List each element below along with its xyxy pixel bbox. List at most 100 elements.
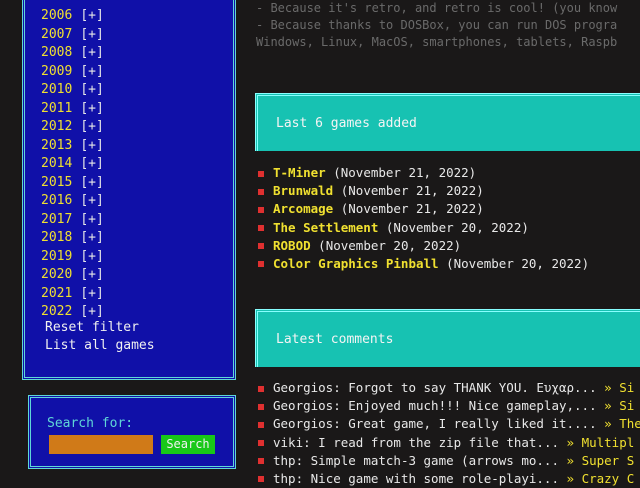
year-filter-item[interactable]: 2012 [+] bbox=[41, 118, 104, 137]
comment-text[interactable]: Simple match-3 game (arrows mo... bbox=[311, 453, 559, 468]
expand-icon[interactable]: [+] bbox=[80, 156, 103, 171]
game-link[interactable]: The Settlement bbox=[273, 220, 378, 235]
year-filter-item[interactable]: 2010 [+] bbox=[41, 81, 104, 100]
game-link[interactable]: T-Miner bbox=[273, 165, 326, 180]
expand-icon[interactable]: [+] bbox=[80, 45, 103, 60]
comment-text[interactable]: Forgot to say THANK YOU. Ευχαρ... bbox=[348, 380, 596, 395]
expand-icon[interactable]: [+] bbox=[80, 267, 103, 282]
comment-game-link[interactable]: » Si bbox=[604, 380, 634, 395]
reset-filter-link[interactable]: Reset filter bbox=[45, 319, 155, 337]
comment-text[interactable]: Nice game with some role-playi... bbox=[311, 471, 559, 486]
year-filter-item[interactable]: 2021 [+] bbox=[41, 285, 104, 304]
year-filter-item[interactable]: 2008 [+] bbox=[41, 44, 104, 63]
comments-section-title: Latest comments bbox=[276, 332, 394, 347]
year-filter-item[interactable]: 2020 [+] bbox=[41, 266, 104, 285]
year-filter-panel: 2006 [+] 2007 [+] 2008 [+] 2009 [+] 2010 [+] 2011 [… bbox=[22, 0, 236, 380]
expand-icon[interactable]: [+] bbox=[80, 249, 103, 264]
search-input[interactable] bbox=[49, 435, 153, 454]
year-filter-item[interactable]: 2017 [+] bbox=[41, 211, 104, 230]
year-filter-item[interactable]: 2019 [+] bbox=[41, 248, 104, 267]
year-label: 2018 bbox=[41, 230, 73, 245]
comment-game-link[interactable]: » Super S bbox=[567, 453, 635, 468]
expand-icon[interactable]: [+] bbox=[80, 193, 103, 208]
year-filter-item[interactable]: 2014 [+] bbox=[41, 155, 104, 174]
year-label: 2013 bbox=[41, 137, 73, 153]
comment-text[interactable]: Enjoyed much!!! Nice gameplay,... bbox=[348, 398, 596, 413]
year-filter-item[interactable]: 2013 [+] bbox=[41, 137, 104, 156]
comment-list-item: Georgios: Great game, I really liked it.… bbox=[258, 415, 640, 433]
year-filter-item[interactable]: 2007 [+] bbox=[41, 26, 104, 45]
search-button[interactable]: Search bbox=[161, 435, 215, 454]
comment-list-item: Georgios: Forgot to say THANK YOU. Ευχαρ… bbox=[258, 379, 640, 397]
comment-game-link[interactable]: » Crazy C bbox=[567, 471, 635, 486]
expand-icon[interactable]: [+] bbox=[80, 175, 103, 190]
year-label: 2020 bbox=[41, 267, 73, 282]
year-filter-item[interactable]: 2018 [+] bbox=[41, 229, 104, 248]
comment-game-link[interactable]: » Si bbox=[604, 398, 634, 413]
bullet-icon bbox=[258, 243, 264, 250]
game-date: (November 20, 2022) bbox=[446, 255, 590, 271]
expand-icon[interactable]: [+] bbox=[80, 8, 103, 23]
bullet-icon bbox=[258, 458, 264, 465]
comment-author: viki: bbox=[273, 434, 311, 450]
game-list-item: Color Graphics Pinball (November 20, 202… bbox=[258, 255, 589, 273]
comment-list-item: thp: Simple match-3 game (arrows mo... »… bbox=[258, 452, 640, 470]
game-list-item: ROBOD (November 20, 2022) bbox=[258, 237, 589, 255]
comment-text[interactable]: Great game, I really liked it.... bbox=[348, 416, 596, 431]
filter-links: Reset filter List all games bbox=[45, 319, 155, 355]
game-link[interactable]: ROBOD bbox=[273, 238, 311, 253]
expand-icon[interactable]: [+] bbox=[80, 101, 103, 116]
search-label: Search for: bbox=[47, 416, 134, 431]
game-date: (November 21, 2022) bbox=[340, 183, 484, 199]
year-filter-item[interactable]: 2009 [+] bbox=[41, 63, 104, 82]
game-link[interactable]: Arcomage bbox=[273, 201, 333, 216]
year-label: 2012 bbox=[41, 119, 73, 134]
year-label: 2011 bbox=[41, 100, 73, 116]
year-filter-item[interactable]: 2016 [+] bbox=[41, 192, 104, 211]
expand-icon[interactable]: [+] bbox=[80, 82, 103, 97]
bullet-icon bbox=[258, 385, 264, 392]
expand-icon[interactable]: [+] bbox=[80, 230, 103, 245]
bullet-icon bbox=[258, 261, 264, 268]
year-label: 2010 bbox=[41, 82, 73, 97]
comment-text[interactable]: I read from the zip file that... bbox=[318, 435, 559, 450]
year-filter-item[interactable]: 2006 [+] bbox=[41, 7, 104, 26]
game-link[interactable]: Brunwald bbox=[273, 183, 333, 198]
comment-game-link[interactable]: » The bbox=[604, 416, 640, 431]
bullet-icon bbox=[258, 403, 264, 410]
game-date: (November 21, 2022) bbox=[340, 201, 484, 217]
game-list-item: T-Miner (November 21, 2022) bbox=[258, 164, 589, 182]
search-panel: Search for: Search bbox=[28, 395, 236, 469]
expand-icon[interactable]: [+] bbox=[80, 304, 103, 319]
bullet-icon bbox=[258, 225, 264, 232]
comment-author: thp: bbox=[273, 452, 304, 468]
intro-line: - Because it's retro, and retro is cool!… bbox=[256, 1, 618, 15]
game-date: (November 20, 2022) bbox=[318, 237, 462, 253]
comment-list-item: viki: I read from the zip file that... »… bbox=[258, 434, 640, 452]
expand-icon[interactable]: [+] bbox=[80, 64, 103, 79]
comment-author: Georgios: bbox=[273, 398, 341, 414]
year-filter-item[interactable]: 2011 [+] bbox=[41, 100, 104, 119]
year-label: 2015 bbox=[41, 174, 73, 190]
game-link[interactable]: Color Graphics Pinball bbox=[273, 256, 439, 271]
year-label: 2022 bbox=[41, 304, 73, 319]
expand-icon[interactable]: [+] bbox=[80, 138, 103, 153]
expand-icon[interactable]: [+] bbox=[80, 27, 103, 42]
bullet-icon bbox=[258, 170, 264, 177]
bullet-icon bbox=[258, 188, 264, 195]
comment-author: Georgios: bbox=[273, 380, 341, 395]
comment-list-item: thp: Nice game with some role-playi... »… bbox=[258, 470, 640, 488]
bullet-icon bbox=[258, 440, 264, 447]
expand-icon[interactable]: [+] bbox=[80, 286, 103, 301]
games-section-title: Last 6 games added bbox=[276, 116, 417, 131]
expand-icon[interactable]: [+] bbox=[80, 212, 103, 227]
year-label: 2017 bbox=[41, 211, 73, 227]
year-filter-item[interactable]: 2015 [+] bbox=[41, 174, 104, 193]
latest-comments-list: Georgios: Forgot to say THANK YOU. Ευχαρ… bbox=[258, 379, 640, 488]
bullet-icon bbox=[258, 206, 264, 213]
comment-author: thp: bbox=[273, 470, 304, 486]
list-all-games-link[interactable]: List all games bbox=[45, 337, 155, 355]
comment-game-link[interactable]: » Multipl bbox=[567, 435, 635, 450]
year-label: 2014 bbox=[41, 156, 73, 171]
expand-icon[interactable]: [+] bbox=[80, 119, 103, 134]
